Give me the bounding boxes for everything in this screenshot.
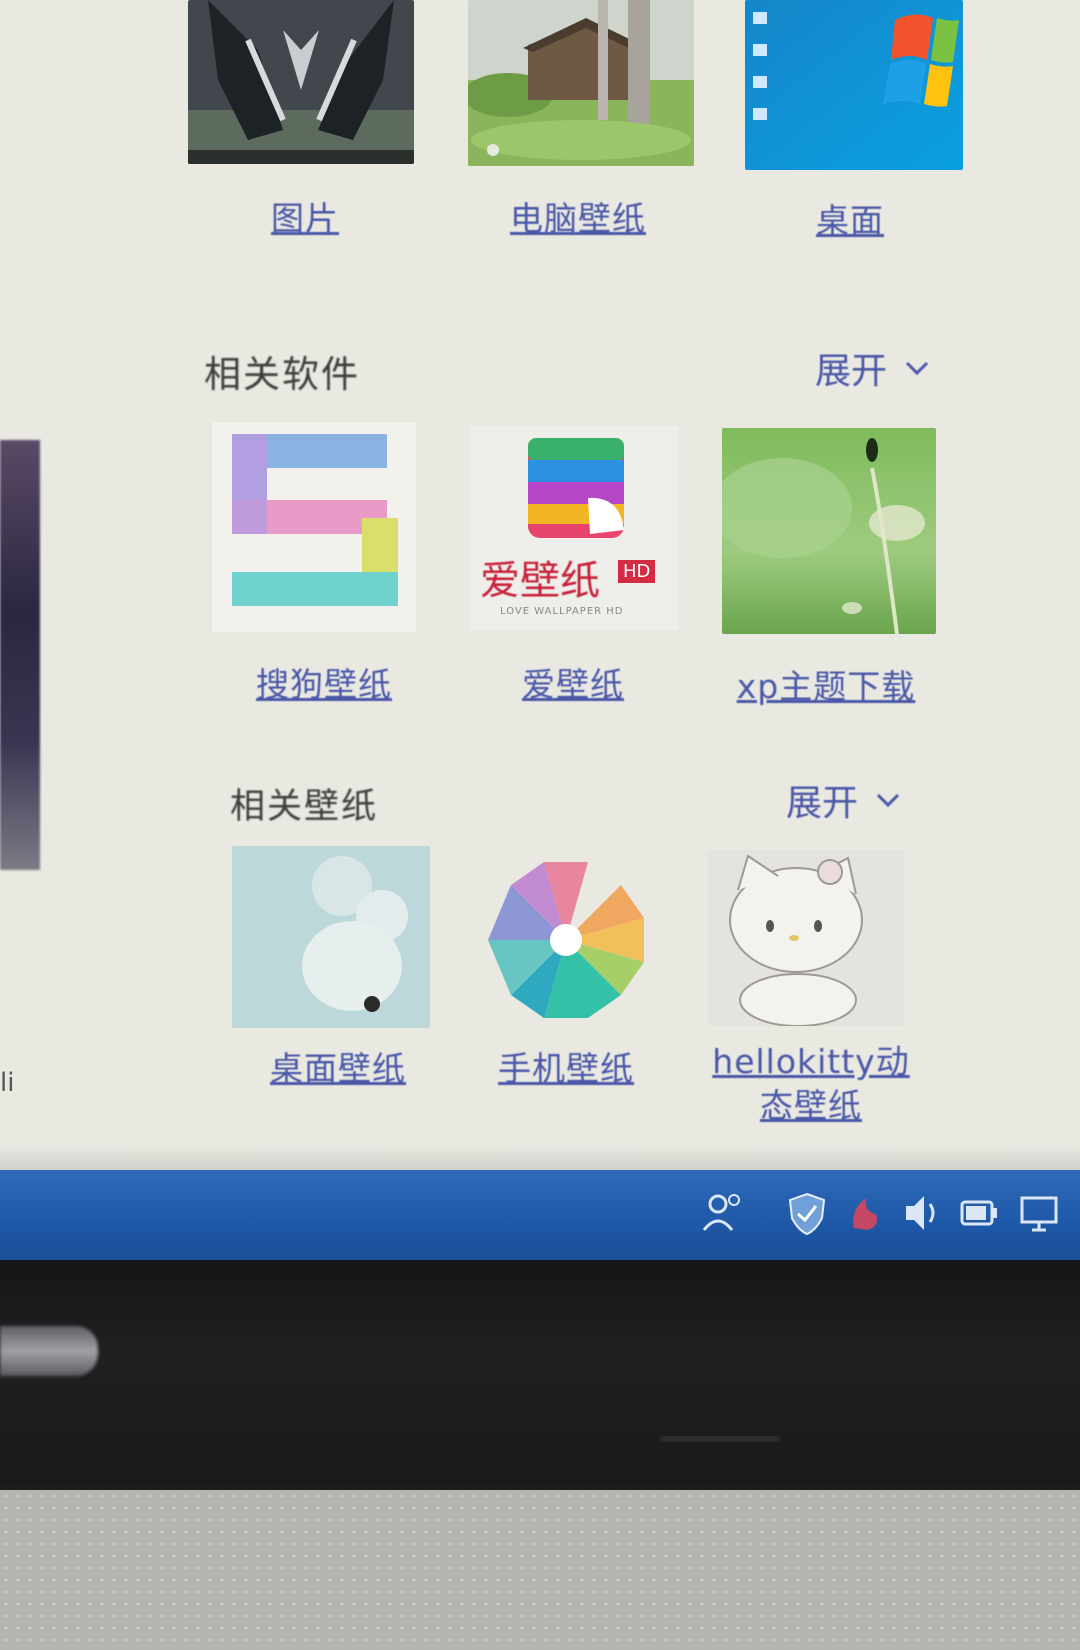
battery-icon[interactable]: [958, 1188, 1002, 1238]
windows-taskbar: [0, 1170, 1080, 1260]
windows7-desktop-image: [745, 0, 963, 170]
label-line-2: 态壁纸: [760, 1086, 862, 1125]
bezel-notch: [660, 1436, 780, 1442]
cottage-image: [468, 0, 694, 166]
ai-bizhi-icon-text: 爱壁纸: [480, 558, 600, 604]
label-phone-wallpaper[interactable]: 手机壁纸: [496, 1042, 636, 1090]
expand-related-software[interactable]: 展开: [815, 342, 929, 394]
sogou-s-icon: [232, 434, 398, 606]
software-tile-xp-themes[interactable]: [722, 428, 936, 634]
section-title-related-wallpapers: 相关壁纸: [230, 787, 379, 827]
image-tile-pc-wallpaper[interactable]: [468, 0, 694, 166]
label-desktop[interactable]: 桌面: [780, 194, 920, 242]
left-side-image-strip: [0, 440, 40, 870]
wallpaper-tile-phone[interactable]: [478, 852, 654, 1028]
pale-teddy-image: [232, 846, 430, 1028]
chevron-down-icon: [905, 361, 929, 376]
laptop-logo-badge: [0, 1326, 98, 1376]
section-title-related-software: 相关软件: [204, 353, 360, 396]
left-side-partial-text: li: [0, 1068, 15, 1098]
label-line-1: hellokitty动: [712, 1042, 910, 1081]
label-xp-theme-download[interactable]: xp主题下载: [726, 660, 926, 708]
chevron-down-icon: [876, 793, 900, 808]
wallpaper-tile-hellokitty[interactable]: [708, 850, 904, 1026]
software-tile-sogou-wallpaper[interactable]: [212, 422, 416, 632]
label-sogou-wallpaper[interactable]: 搜狗壁纸: [244, 658, 404, 706]
network-monitor-icon[interactable]: [1018, 1188, 1064, 1238]
label-pictures[interactable]: 图片: [230, 192, 380, 240]
label-pc-wallpaper[interactable]: 电脑壁纸: [478, 192, 678, 240]
antivirus-flame-icon[interactable]: [846, 1188, 884, 1238]
browser-page: li 图片 电脑壁纸 桌面 相关软件 展开 爱壁纸 HD LOVE WALLPA…: [0, 0, 1080, 1170]
image-tile-desktop[interactable]: [745, 0, 963, 170]
hd-badge: HD: [618, 560, 656, 583]
label-hellokitty-animated-wallpaper[interactable]: hellokitty动 态壁纸: [696, 1040, 926, 1128]
expand-label: 展开: [815, 351, 888, 392]
expand-related-wallpapers[interactable]: 展开: [786, 774, 900, 826]
label-desktop-wallpaper[interactable]: 桌面壁纸: [268, 1042, 408, 1090]
green-nature-image: [722, 428, 936, 634]
expand-label: 展开: [786, 783, 859, 824]
dark-creature-image: [188, 0, 414, 164]
ai-bizhi-icon-subtext: LOVE WALLPAPER HD: [500, 606, 624, 617]
security-shield-icon[interactable]: [786, 1188, 828, 1238]
wallpaper-tile-desktop[interactable]: [232, 846, 430, 1028]
people-icon[interactable]: [700, 1188, 746, 1238]
pinwheel-flower-icon: [488, 862, 644, 1018]
monitor-bezel: [0, 1260, 1080, 1485]
label-ai-wallpaper[interactable]: 爱壁纸: [508, 658, 638, 706]
software-tile-ai-wallpaper[interactable]: 爱壁纸 HD LOVE WALLPAPER HD: [470, 426, 678, 630]
volume-icon[interactable]: [900, 1188, 944, 1238]
laptop-deck: [0, 1490, 1080, 1650]
image-tile-pictures[interactable]: [188, 0, 414, 164]
hellokitty-sketch-image: [708, 850, 904, 1026]
page-bottom-fade: [0, 1145, 1080, 1170]
